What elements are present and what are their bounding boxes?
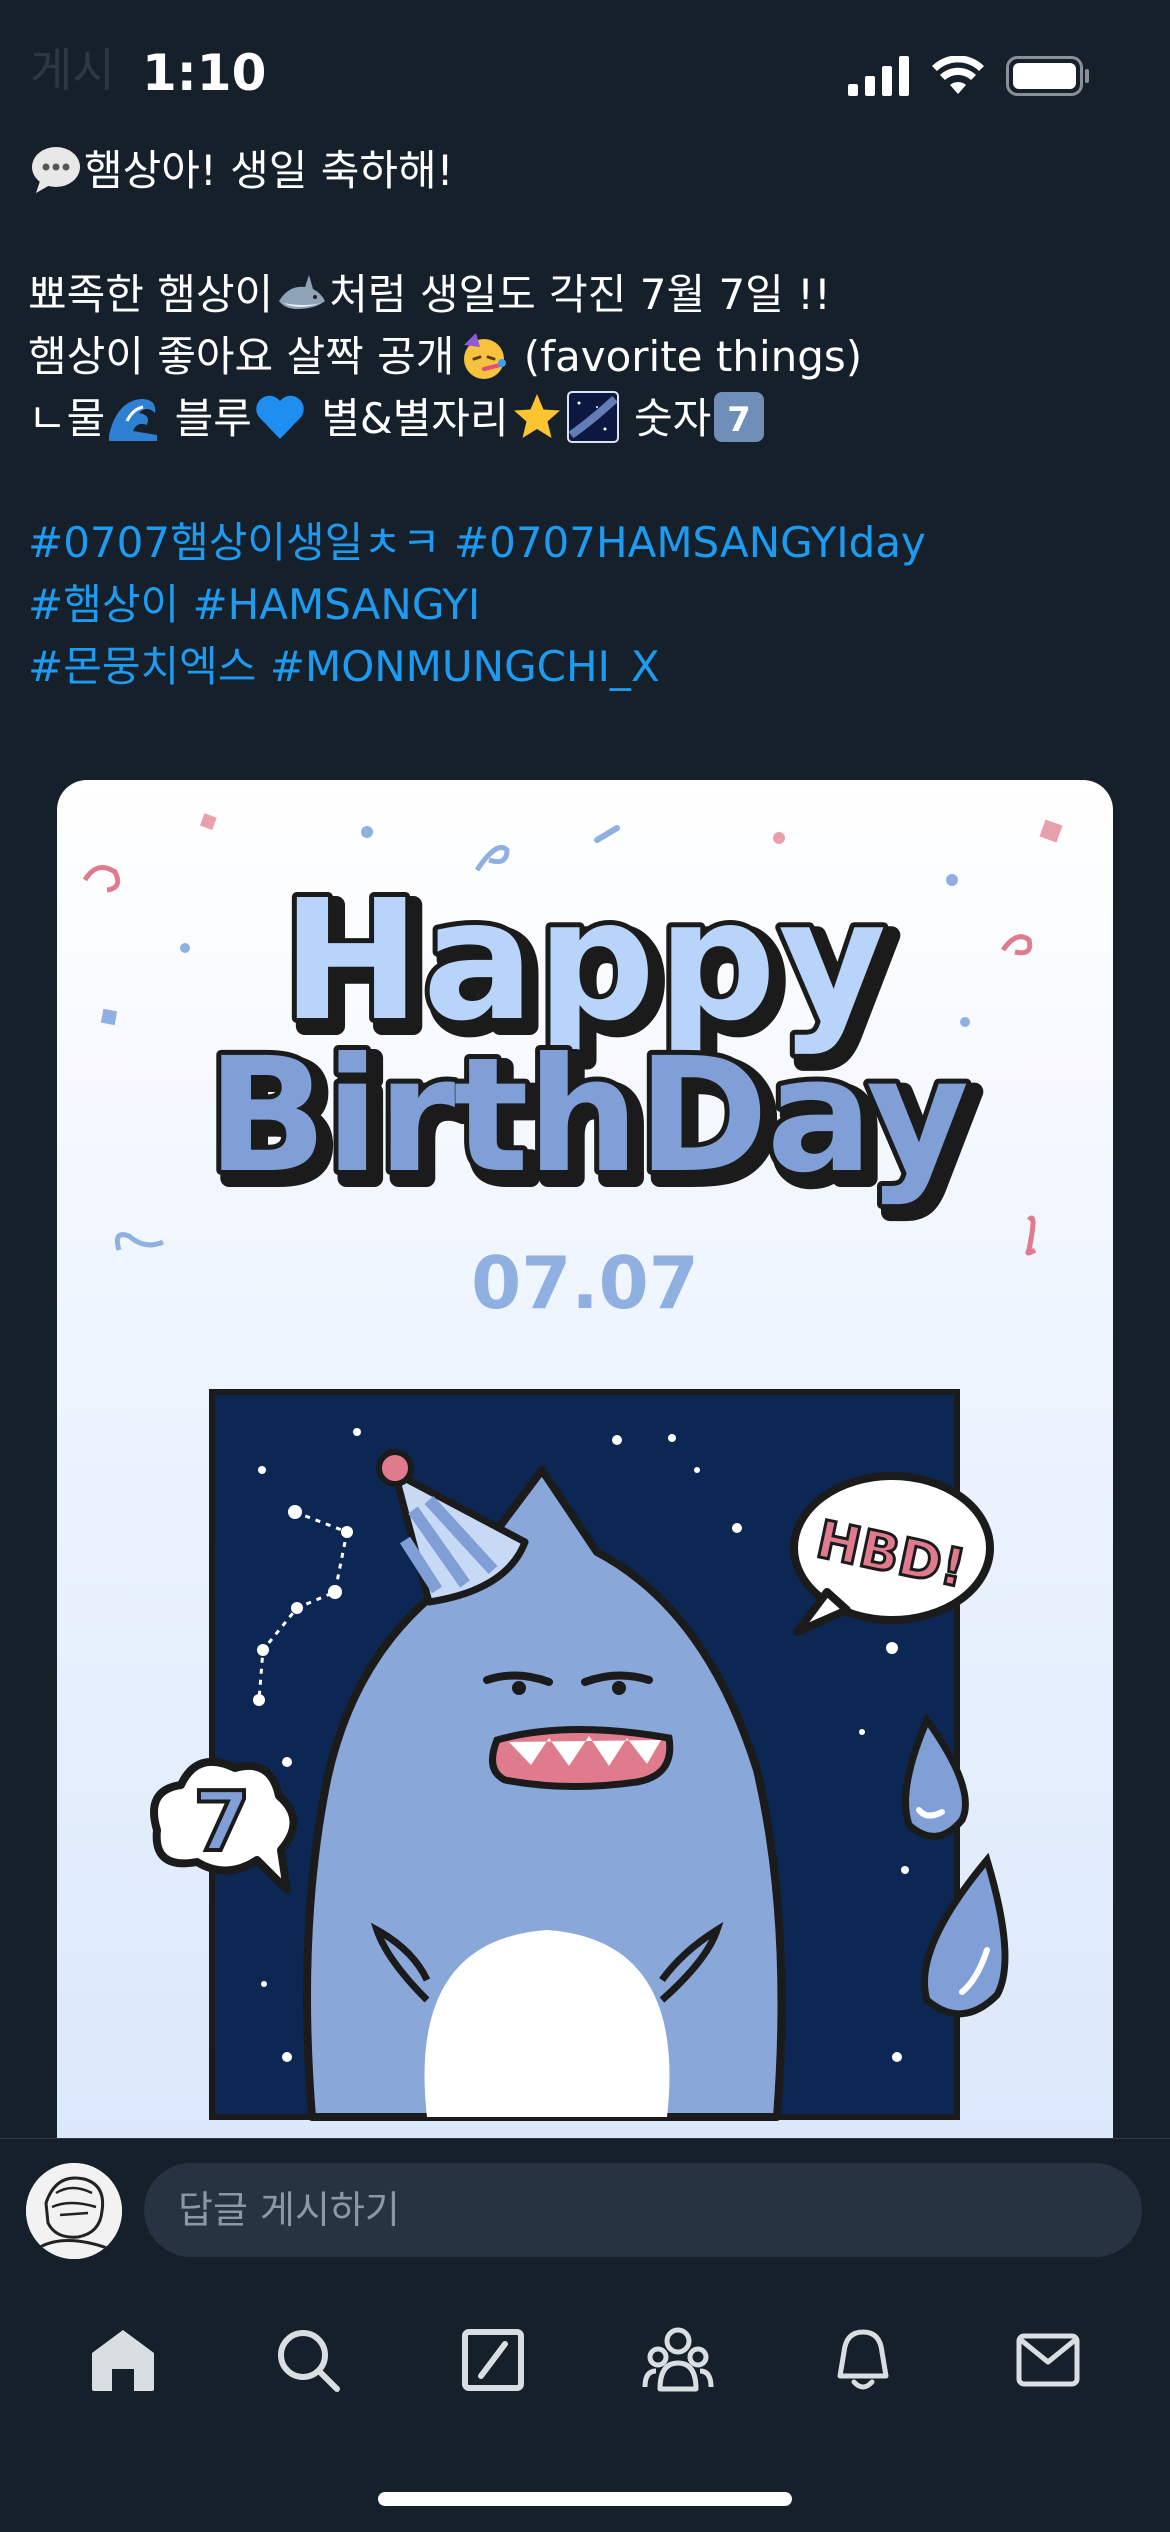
svg-text:7: 7 (727, 400, 751, 440)
hashtag-link[interactable]: #MONMUNGCHI_X (270, 642, 660, 691)
tweet-line-4-d: 숫자 (620, 394, 712, 443)
tweet-line-4: ㄴ물 블루 별&별자리 숫자 7 (28, 388, 1138, 450)
hashtag-line-3: #몬뭉치엑스 #MONMUNGCHI_X (28, 636, 1138, 698)
hashtag-link[interactable]: #HAMSANGYI (192, 580, 480, 629)
notifications-icon (837, 2329, 888, 2390)
tweet-line-2-b: 처럼 생일도 각진 7월 7일 !! (329, 270, 831, 319)
home-indicator[interactable] (378, 2492, 792, 2506)
hashtag-line-2: #햄상이 #HAMSANGYI (28, 574, 1138, 636)
avatar-sketch-icon (26, 2163, 122, 2259)
tweet-body: 햄상아! 생일 축하해! 뾰족한 햄상이 처럼 생일도 각진 7월 7일 !! … (28, 140, 1138, 698)
home-icon (91, 2330, 154, 2391)
hashtag-link[interactable]: #몬뭉치엑스 (28, 642, 256, 691)
tweet-line-3-b: (favorite things) (510, 332, 863, 381)
party-face-emoji (464, 333, 507, 379)
search-icon (277, 2330, 340, 2392)
status-icons (848, 56, 1090, 96)
hashtag-link[interactable]: #0707HAMSANGYIday (454, 518, 926, 567)
avatar[interactable] (26, 2163, 122, 2259)
nav-communities[interactable] (618, 2310, 738, 2410)
reply-input[interactable] (144, 2163, 1142, 2257)
blue-heart-emoji (256, 395, 304, 439)
tweet-line-2-a: 뾰족한 햄상이 (28, 270, 274, 319)
bottom-nav (0, 2290, 1170, 2430)
hashtag-line-1: #0707햄상이생일ㅊㅋ #0707HAMSANGYIday (28, 512, 1138, 574)
speech-bubble-emoji (32, 147, 80, 193)
tweet-image[interactable]: Happy Happy BirthDay BirthDay 07.07 HBD!… (57, 780, 1113, 2140)
number-seven-bubble: 7 (150, 1757, 298, 1894)
birthday-illustration: Happy Happy BirthDay BirthDay 07.07 HBD!… (82, 813, 1063, 2121)
tweet-line-3: 햄상이 좋아요 살짝 공개 (favorite things) (28, 326, 1138, 388)
shark-emoji (279, 275, 326, 309)
status-bar: 게시 1:10 (0, 0, 1170, 150)
nav-notifications[interactable] (803, 2310, 923, 2410)
communities-icon (642, 2327, 713, 2392)
title-birthday: BirthDay (207, 1024, 967, 1208)
tweet-line-4-b: 블루 (161, 394, 252, 443)
milky-way-emoji (566, 391, 619, 443)
nav-home[interactable] (63, 2310, 183, 2410)
reply-bar (0, 2138, 1170, 2288)
birthday-date: 07.07 (471, 1241, 699, 1325)
tweet-line-4-c: 별&별자리 (307, 394, 509, 443)
status-time: 1:10 (142, 44, 267, 102)
nav-search[interactable] (248, 2310, 368, 2410)
battery-icon (1006, 56, 1089, 96)
hbd-speech-bubble: HBD! (790, 1472, 994, 1636)
tweet-line-2: 뾰족한 햄상이 처럼 생일도 각진 7월 7일 !! (28, 264, 1138, 326)
number-seven-text: 7 (193, 1775, 250, 1870)
hashtag-link[interactable]: #0707햄상이생일ㅊㅋ (28, 518, 441, 567)
star-emoji (513, 394, 560, 438)
tweet-line-1: 햄상아! 생일 축하해! (28, 140, 1138, 202)
messages-icon (1016, 2333, 1079, 2387)
hashtag-link[interactable]: #햄상이 (28, 580, 179, 629)
wave-emoji (109, 399, 158, 441)
header-title-ghost: 게시 (30, 43, 115, 97)
keycap-7-emoji: 7 (714, 392, 765, 442)
grok-icon (461, 2329, 524, 2391)
tweet-line-1-text: 햄상아! 생일 축하해! (84, 146, 454, 195)
nav-messages[interactable] (988, 2310, 1108, 2410)
tweet-line-4-a: ㄴ물 (28, 394, 106, 443)
nav-grok[interactable] (433, 2310, 553, 2410)
cellular-signal-icon (848, 56, 909, 96)
wifi-icon (932, 56, 984, 94)
tweet-line-3-a: 햄상이 좋아요 살짝 공개 (28, 332, 455, 381)
